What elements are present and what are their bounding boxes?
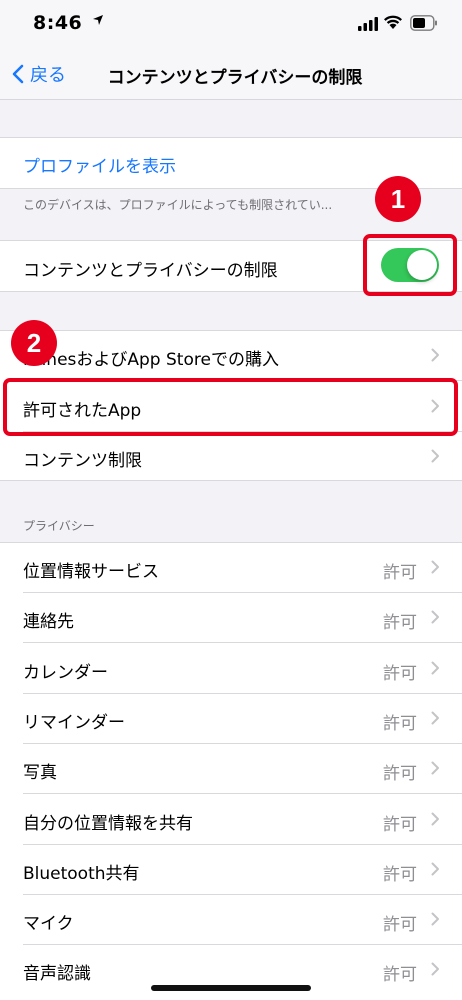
privacy-item-label: 自分の位置情報を共有 bbox=[23, 814, 193, 834]
restriction-toggle-label: コンテンツとプライバシーの制限 bbox=[23, 261, 278, 281]
privacy-item-value: 許可 bbox=[383, 764, 417, 784]
privacy-item[interactable]: 自分の位置情報を共有 許可 bbox=[0, 794, 462, 844]
privacy-item-value: 許可 bbox=[383, 965, 417, 985]
privacy-item-label: リマインダー bbox=[23, 713, 125, 733]
cellular-signal-icon bbox=[358, 17, 378, 31]
annotation-badge-2: 2 bbox=[11, 320, 57, 366]
privacy-item[interactable]: 連絡先 許可 bbox=[0, 592, 462, 642]
privacy-item[interactable]: Bluetooth共有 許可 bbox=[0, 844, 462, 894]
privacy-item-label: 音声認識 bbox=[23, 964, 91, 984]
annotation-highlight-allowed-apps bbox=[3, 378, 458, 436]
list-item-itunes-purchases[interactable]: iTunesおよびApp Storeでの購入 bbox=[0, 330, 462, 380]
privacy-item-value: 許可 bbox=[383, 865, 417, 885]
privacy-item-label: マイク bbox=[23, 914, 74, 934]
annotation-highlight-toggle bbox=[363, 234, 457, 296]
privacy-item-value: 許可 bbox=[383, 714, 417, 734]
view-profile-link[interactable]: プロファイルを表示 bbox=[23, 152, 176, 177]
status-time: 8:46 bbox=[33, 12, 83, 34]
home-indicator bbox=[151, 985, 311, 991]
profile-note: このデバイスは、プロファイルによっても制限されてい... bbox=[23, 198, 333, 212]
chevron-right-icon bbox=[431, 449, 439, 463]
location-arrow-icon bbox=[93, 15, 103, 25]
privacy-item-value: 許可 bbox=[383, 915, 417, 935]
chevron-right-icon bbox=[431, 661, 439, 675]
privacy-item[interactable]: 写真 許可 bbox=[0, 743, 462, 793]
privacy-item[interactable]: マイク 許可 bbox=[0, 894, 462, 944]
chevron-right-icon bbox=[431, 761, 439, 775]
annotation-badge-1: 1 bbox=[375, 176, 421, 222]
chevron-right-icon bbox=[431, 348, 439, 362]
page-title: コンテンツとプライバシーの制限 bbox=[107, 68, 363, 88]
privacy-item-label: カレンダー bbox=[23, 663, 108, 683]
chevron-right-icon bbox=[431, 610, 439, 624]
privacy-item-value: 許可 bbox=[383, 664, 417, 684]
wifi-icon bbox=[384, 15, 402, 29]
chevron-right-icon bbox=[431, 812, 439, 826]
privacy-item-label: 位置情報サービス bbox=[23, 562, 159, 582]
privacy-item-value: 許可 bbox=[383, 563, 417, 583]
privacy-item-label: 写真 bbox=[23, 763, 57, 783]
privacy-item[interactable]: リマインダー 許可 bbox=[0, 693, 462, 743]
privacy-item[interactable]: カレンダー 許可 bbox=[0, 643, 462, 693]
navigation-bar: 戻る コンテンツとプライバシーの制限 bbox=[0, 50, 462, 100]
privacy-item-value: 許可 bbox=[383, 815, 417, 835]
privacy-item-label: 連絡先 bbox=[23, 612, 74, 632]
chevron-right-icon bbox=[431, 560, 439, 574]
privacy-item-label: Bluetooth共有 bbox=[23, 864, 140, 884]
privacy-item[interactable]: 位置情報サービス 許可 bbox=[0, 542, 462, 592]
privacy-section-header: プライバシー bbox=[23, 519, 95, 533]
chevron-right-icon bbox=[431, 912, 439, 926]
battery-icon bbox=[410, 15, 437, 31]
privacy-group: 位置情報サービス 許可 連絡先 許可 カレンダー 許可 リマインダー 許可 写真 許可 自分の位置情… bbox=[0, 542, 462, 1000]
chevron-right-icon bbox=[431, 962, 439, 976]
privacy-item-value: 許可 bbox=[383, 613, 417, 633]
chevron-right-icon bbox=[431, 862, 439, 876]
chevron-right-icon bbox=[431, 711, 439, 725]
list-item-content-restrictions[interactable]: コンテンツ制限 bbox=[0, 432, 462, 480]
status-bar: 8:46 bbox=[0, 0, 462, 50]
